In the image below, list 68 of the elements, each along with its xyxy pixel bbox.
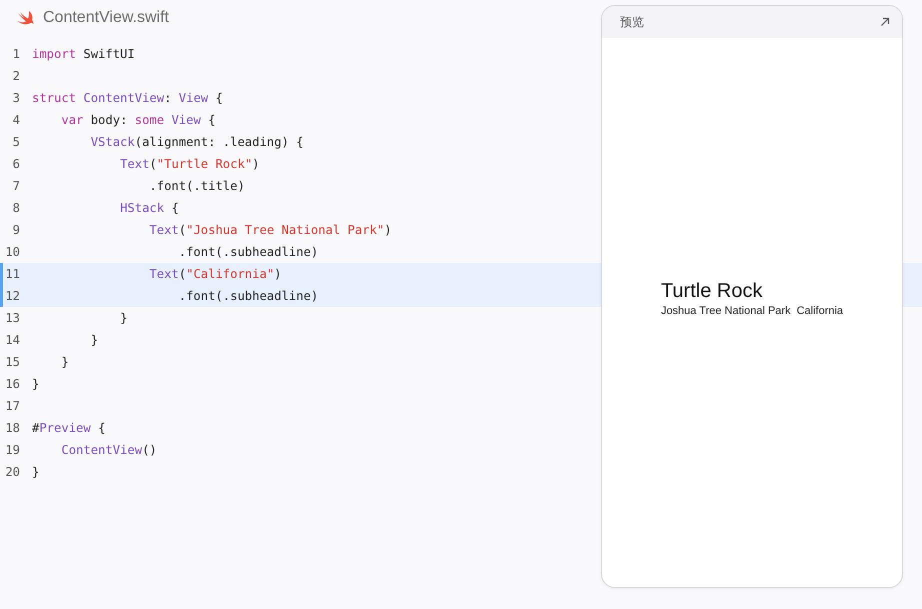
swift-logo-icon: [16, 10, 35, 26]
code-type: View: [178, 91, 208, 105]
code-type: Preview: [39, 421, 91, 435]
line-number: 5: [12, 135, 21, 149]
code-text: :: [164, 91, 172, 105]
line-number: 10: [4, 245, 21, 259]
code-text: ): [384, 223, 392, 237]
code-type: View: [171, 113, 201, 127]
line-number: 3: [12, 91, 21, 105]
code-string: "California": [186, 267, 274, 281]
line-number: 9: [12, 223, 21, 237]
code-type: VStack: [90, 135, 135, 149]
line-number: 14: [4, 333, 21, 347]
code-text: }: [90, 333, 98, 347]
code-string: "Turtle Rock": [156, 157, 252, 171]
line-number: 15: [4, 355, 21, 369]
code-text: }: [32, 377, 40, 391]
preview-subheadline: Joshua Tree National Park: [660, 305, 791, 317]
line-number: 17: [4, 399, 21, 413]
line-number: 13: [4, 311, 21, 325]
code-text: ): [252, 157, 260, 171]
line-number: 6: [12, 157, 21, 171]
preview-subheadline: California: [796, 305, 844, 317]
code-text: (alignment: .leading) {: [134, 135, 304, 149]
code-text: {: [208, 113, 216, 127]
code-text: }: [32, 465, 40, 479]
code-string: "Joshua Tree National Park": [186, 223, 384, 237]
code-type: ContentView: [61, 443, 142, 457]
code-text: (: [178, 223, 186, 237]
code-text: #: [32, 421, 40, 435]
code-text: (): [142, 443, 157, 457]
line-number: 12: [4, 289, 21, 303]
code-text: (: [149, 157, 157, 171]
code-text: {: [215, 91, 223, 105]
line-number: 8: [12, 201, 21, 215]
code-text: {: [171, 201, 179, 215]
code-type: HStack: [120, 201, 164, 215]
preview-heading: Turtle Rock: [660, 280, 764, 303]
expand-icon[interactable]: [880, 17, 890, 27]
code-type: Text: [149, 267, 179, 281]
line-number: 19: [4, 443, 21, 457]
line-number: 2: [12, 69, 21, 83]
code-text: .font(.title): [149, 179, 245, 193]
code-keyword: var: [61, 113, 84, 127]
code-keyword: some: [134, 113, 164, 127]
code-text: SwiftUI: [83, 47, 135, 61]
code-text: ): [274, 267, 282, 281]
line-number: 1: [12, 47, 21, 61]
code-type: Text: [149, 223, 179, 237]
code-text: (: [178, 267, 186, 281]
code-text: }: [120, 311, 128, 325]
code-text: .font(.subheadline): [178, 289, 318, 303]
line-number: 7: [12, 179, 21, 193]
code-text: .font(.subheadline): [178, 245, 318, 259]
code-text: {: [98, 421, 106, 435]
line-number: 4: [12, 113, 21, 127]
code-text: }: [61, 355, 69, 369]
line-number: 16: [4, 377, 21, 391]
code-text: body:: [90, 113, 128, 127]
line-number: 18: [4, 421, 21, 435]
code-keyword: import: [32, 47, 76, 61]
line-number: 11: [4, 267, 21, 281]
line-number: 20: [4, 465, 21, 479]
code-type: Text: [120, 157, 150, 171]
preview-title: 预览: [620, 14, 644, 30]
code-type: ContentView: [83, 91, 164, 105]
file-title: ContentView.swift: [43, 9, 169, 27]
code-keyword: struct: [32, 91, 76, 105]
